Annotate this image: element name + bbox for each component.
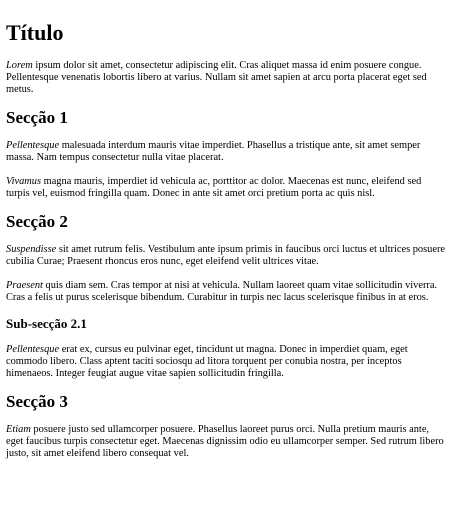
intro-lead-word: Lorem [6,60,33,71]
paragraph-lead-word: Pellentesque [6,344,60,355]
paragraph-text: sit amet rutrum felis. Vestibulum ante i… [6,244,446,267]
subsection-2-1-paragraph-1: Pellentesque erat ex, cursus eu pulvinar… [6,344,447,380]
paragraph-text: quis diam sem. Cras tempor at nisi at ve… [6,280,438,303]
section-3-paragraph-1: Etiam posuere justo sed ullamcorper posu… [6,424,447,460]
section-1-paragraph-2: Vivamus magna mauris, imperdiet id vehic… [6,176,447,200]
section-2-paragraph-2: Praesent quis diam sem. Cras tempor at n… [6,280,447,304]
section-1-heading: Secção 1 [6,108,68,127]
paragraph-text: posuere justo sed ullamcorper posuere. P… [6,424,444,459]
intro-paragraph: Lorem ipsum dolor sit amet, consectetur … [6,60,447,96]
paragraph-lead-word: Suspendisse [6,244,57,255]
section-1-paragraph-1: Pellentesque malesuada interdum mauris v… [6,140,447,164]
section-2-heading: Secção 2 [6,212,68,231]
paragraph-text: malesuada interdum mauris vitae imperdie… [6,140,421,163]
paragraph-text: magna mauris, imperdiet id vehicula ac, … [6,176,422,199]
subsection-2-1-heading: Sub-secção 2.1 [6,316,87,331]
paragraph-lead-word: Vivamus [6,176,42,187]
intro-text: ipsum dolor sit amet, consectetur adipis… [6,60,427,95]
section-2-paragraph-1: Suspendisse sit amet rutrum felis. Vesti… [6,244,447,268]
page-title: Título [6,20,64,45]
section-3-heading: Secção 3 [6,392,68,411]
paragraph-lead-word: Praesent [6,280,43,291]
document-page: Título Lorem ipsum dolor sit amet, conse… [0,20,453,460]
paragraph-lead-word: Etiam [6,424,31,435]
paragraph-text: erat ex, cursus eu pulvinar eget, tincid… [6,344,408,379]
paragraph-lead-word: Pellentesque [6,140,60,151]
